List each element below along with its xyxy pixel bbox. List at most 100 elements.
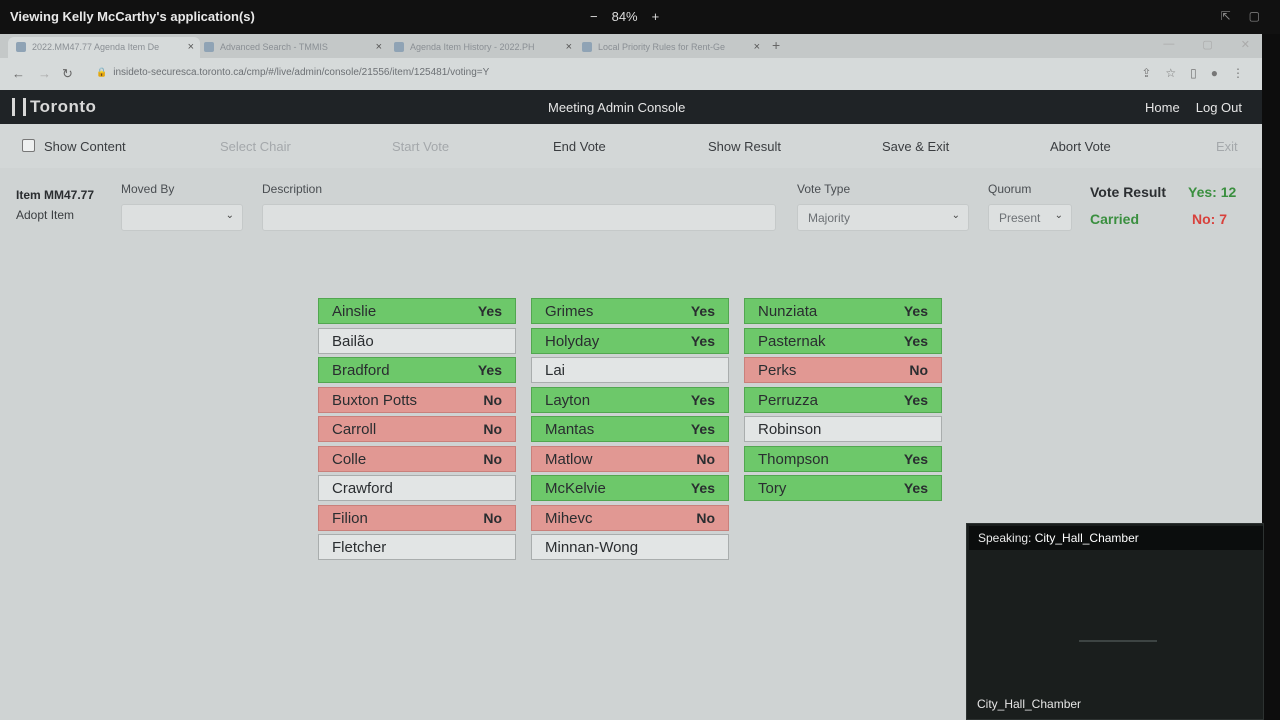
url-field[interactable]: 🔒 insideto-securesca.toronto.ca/cmp/#/liv… bbox=[96, 67, 489, 78]
vote-value: No bbox=[696, 450, 715, 467]
vote-column-3: Nunziata Yes Pasternak Yes Perks No Perruzza Ye… bbox=[744, 298, 942, 505]
tab-strip: 2022.MM47.77 Agenda Item De × Advanced S… bbox=[0, 34, 1262, 58]
exit-button[interactable]: Exit bbox=[1216, 139, 1238, 154]
show-content-checkbox[interactable] bbox=[22, 139, 35, 152]
browser-tab-2[interactable]: Advanced Search - TMMIS × bbox=[196, 37, 388, 58]
window-controls: — ▢ ✕ bbox=[1163, 38, 1250, 51]
close-tab-icon[interactable]: × bbox=[376, 41, 382, 53]
vote-row: Layton Yes bbox=[531, 386, 729, 413]
lock-icon: 🔒 bbox=[96, 67, 108, 77]
vote-type-select[interactable]: Majority ⌄ bbox=[797, 204, 969, 231]
start-vote-button[interactable]: Start Vote bbox=[392, 139, 449, 154]
browser-tab-1[interactable]: 2022.MM47.77 Agenda Item De × bbox=[8, 37, 200, 58]
councillor-name: Carroll bbox=[332, 421, 377, 438]
councillor-name: Filion bbox=[332, 509, 368, 527]
vote-value: Yes bbox=[903, 450, 928, 467]
tab-label: Advanced Search - TMMIS bbox=[220, 42, 328, 52]
end-vote-button[interactable]: End Vote bbox=[553, 139, 606, 154]
vote-row: Bailão bbox=[318, 327, 516, 354]
vote-row: Tory Yes bbox=[744, 475, 942, 501]
show-content-label[interactable]: Show Content bbox=[44, 139, 126, 154]
abort-vote-button[interactable]: Abort Vote bbox=[1050, 139, 1111, 154]
page-title: Meeting Admin Console bbox=[548, 100, 686, 115]
show-result-button[interactable]: Show Result bbox=[708, 139, 781, 154]
profile-icon[interactable]: ● bbox=[1211, 66, 1218, 80]
vote-value: Yes bbox=[477, 362, 502, 378]
back-icon[interactable]: ← bbox=[12, 66, 25, 81]
new-tab-button[interactable]: + bbox=[772, 37, 780, 53]
item-action: Adopt Item bbox=[16, 208, 75, 222]
logout-link[interactable]: Log Out bbox=[1196, 100, 1242, 115]
councillor-name: Crawford bbox=[332, 480, 393, 497]
vote-result-status: Carried bbox=[1090, 211, 1140, 227]
vote-column-2: Grimes Yes Holyday Yes Lai Layton Yes Mantas Yes… bbox=[531, 298, 729, 564]
quorum-label: Quorum bbox=[988, 182, 1032, 196]
councillor-name: Robinson bbox=[758, 421, 822, 438]
zoom-out-button[interactable]: − bbox=[590, 9, 598, 24]
browser-tab-3[interactable]: Agenda Item History - 2022.PH × bbox=[386, 37, 578, 58]
vote-value: Yes bbox=[903, 332, 928, 349]
reload-icon[interactable]: ↻ bbox=[62, 66, 73, 82]
minimize-icon[interactable]: — bbox=[1163, 38, 1174, 51]
councillor-name: Bailão bbox=[332, 332, 374, 350]
sidepanel-icon[interactable]: ▯ bbox=[1190, 66, 1197, 80]
vote-row: Matlow No bbox=[531, 445, 729, 472]
share-title: Viewing Kelly McCarthy's application(s) bbox=[10, 9, 255, 24]
vote-row: Robinson bbox=[744, 416, 942, 442]
popout-icon[interactable]: ⇱ bbox=[1221, 9, 1231, 23]
vote-toolbar: Show Content Select Chair Start Vote End… bbox=[0, 124, 1262, 168]
tab-favicon-icon bbox=[16, 42, 26, 52]
councillor-name: Perks bbox=[758, 362, 797, 379]
header-nav: Home Log Out bbox=[1145, 100, 1242, 115]
address-bar: ← → ↻ 🔒 insideto-securesca.toronto.ca/cmp… bbox=[0, 58, 1262, 90]
item-code: Item MM47.77 bbox=[16, 188, 95, 202]
councillor-name: Bradford bbox=[332, 362, 390, 379]
close-tab-icon[interactable]: × bbox=[188, 41, 194, 53]
tab-favicon-icon bbox=[394, 42, 404, 52]
vote-row: Fletcher bbox=[318, 534, 516, 560]
councillor-name: Thompson bbox=[758, 450, 829, 468]
fullscreen-icon[interactable]: ▢ bbox=[1249, 9, 1260, 23]
tab-label: 2022.MM47.77 Agenda Item De bbox=[32, 42, 160, 52]
vote-row: Crawford bbox=[318, 475, 516, 501]
toronto-logo: Toronto bbox=[12, 97, 96, 117]
zoom-in-button[interactable]: + bbox=[652, 9, 660, 24]
save-exit-button[interactable]: Save & Exit bbox=[882, 139, 949, 154]
vote-type-label: Vote Type bbox=[797, 182, 851, 196]
vote-value: Yes bbox=[903, 480, 928, 496]
vote-value: No bbox=[483, 509, 502, 526]
vote-row: Perruzza Yes bbox=[744, 386, 942, 413]
app-header: Toronto Meeting Admin Console Home Log O… bbox=[0, 90, 1262, 124]
vote-row: Thompson Yes bbox=[744, 445, 942, 472]
home-link[interactable]: Home bbox=[1145, 100, 1180, 115]
forward-icon[interactable]: → bbox=[38, 66, 51, 81]
councillor-name: Grimes bbox=[545, 303, 594, 320]
menu-kebab-icon[interactable]: ⋮ bbox=[1232, 66, 1244, 80]
select-chair-button[interactable]: Select Chair bbox=[220, 139, 291, 154]
video-caption: City_Hall_Chamber bbox=[977, 697, 1082, 711]
browser-tab-4[interactable]: Local Priority Rules for Rent-Ge × bbox=[574, 37, 766, 58]
vote-row: Mantas Yes bbox=[531, 416, 729, 442]
close-window-icon[interactable]: ✕ bbox=[1241, 38, 1250, 51]
maximize-icon[interactable]: ▢ bbox=[1202, 38, 1212, 51]
bookmark-star-icon[interactable]: ☆ bbox=[1165, 66, 1176, 80]
vote-details-row: Item MM47.77 Adopt Item Moved By ⌄ Descr… bbox=[0, 178, 1262, 238]
vote-row: Bradford Yes bbox=[318, 357, 516, 383]
vote-value: No bbox=[483, 421, 502, 437]
description-field[interactable] bbox=[262, 204, 776, 231]
councillor-name: Fletcher bbox=[332, 539, 387, 556]
councillor-name: Nunziata bbox=[758, 303, 818, 320]
share-icon[interactable]: ⇪ bbox=[1141, 66, 1151, 80]
video-tile[interactable]: Speaking: City_Hall_Chamber City_Hall_Ch… bbox=[966, 523, 1264, 720]
speaking-indicator: Speaking: City_Hall_Chamber bbox=[969, 526, 1263, 550]
chevron-down-icon: ⌄ bbox=[225, 210, 234, 221]
moved-by-select[interactable]: ⌄ bbox=[121, 204, 243, 231]
close-tab-icon[interactable]: × bbox=[754, 41, 760, 53]
tab-favicon-icon bbox=[582, 42, 592, 52]
quorum-select[interactable]: Present ⌄ bbox=[988, 204, 1072, 231]
councillor-name: Minnan-Wong bbox=[545, 539, 639, 556]
vote-value: Yes bbox=[690, 480, 715, 496]
close-tab-icon[interactable]: × bbox=[566, 41, 572, 53]
vote-row: Buxton Potts No bbox=[318, 386, 516, 413]
vote-row: Grimes Yes bbox=[531, 298, 729, 324]
